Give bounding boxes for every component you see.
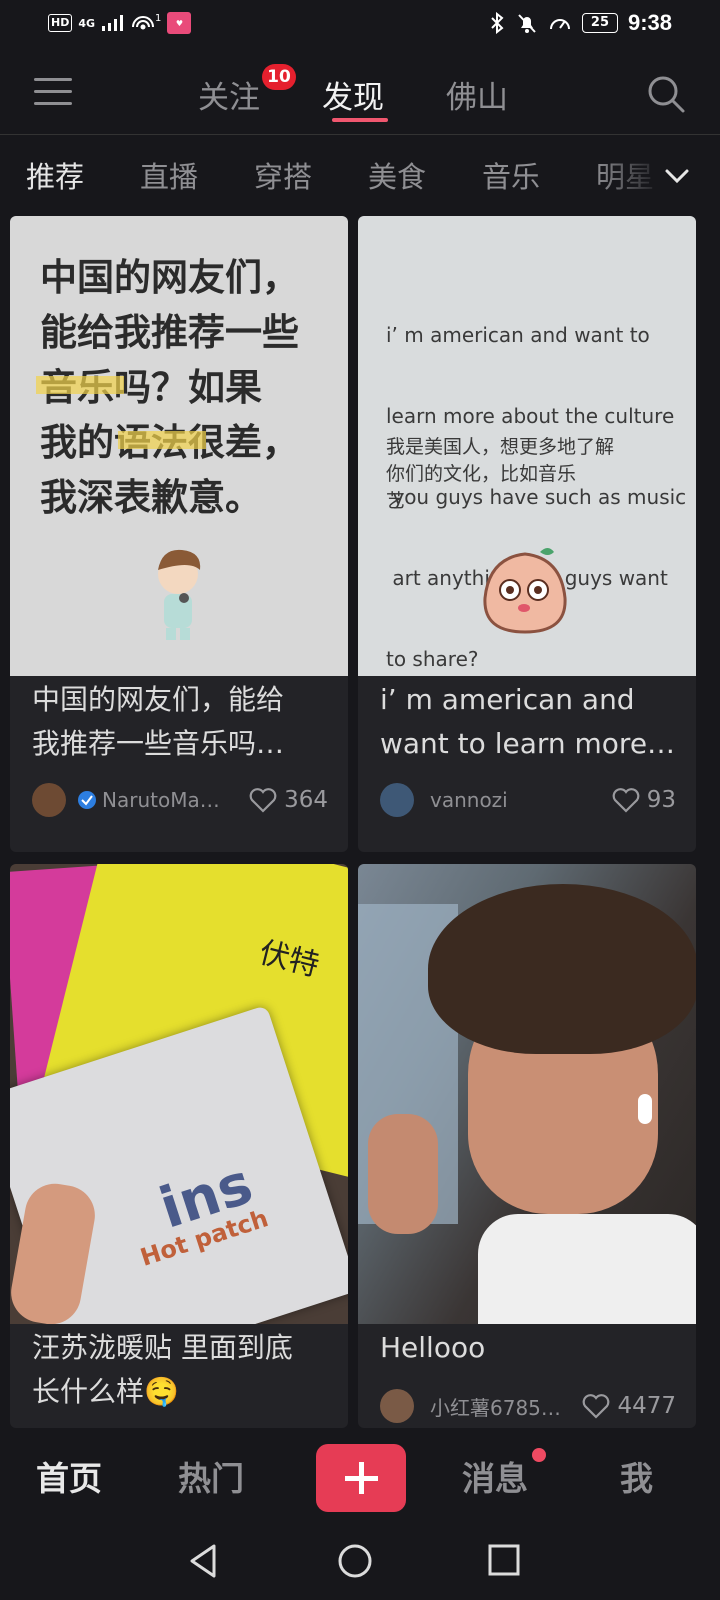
potato-mascot [483,548,567,634]
app-notification-icon: ♥ [167,12,192,34]
search-icon[interactable] [646,74,686,114]
active-tab-indicator [332,118,388,122]
boy-illustration [158,549,201,640]
card-cover-photo [358,864,696,1324]
nav-hot[interactable]: 热门 [178,1452,244,1500]
hd-indicator: HD [48,14,73,32]
card-title: Hellooo [380,1331,486,1364]
heart-icon [249,788,277,813]
avatar[interactable] [380,783,414,817]
menu-icon[interactable] [34,78,72,108]
speed-gauge-icon [549,19,570,30]
heart-icon [612,788,640,813]
status-right: 25 9:38 [488,10,672,36]
shirt [478,1214,696,1324]
avatar[interactable] [380,1389,414,1423]
bottom-nav: 首页 热门 消息 我 [0,1428,720,1528]
feed-card[interactable]: Hellooo 小红薯6785… 4477 [358,864,696,1428]
earbud [638,1094,652,1124]
category-fade [595,145,720,205]
like-count[interactable]: 4477 [581,1393,676,1419]
tab-local-foshan[interactable]: 佛山 [446,72,508,117]
mute-bell-icon [518,14,536,33]
highlight-mark [36,376,124,394]
cover-chinese-text: 我是美国人，想更多地了解 你们的文化，比如音乐 艺 [386,436,615,512]
network-type: 4G [78,16,96,30]
author-name[interactable]: NarutoMa… [102,788,248,812]
feed-card[interactable]: 伏特 ins Hot patch 汪苏泷暖贴 里面到底 长什么样🤤 [10,864,348,1428]
bluetooth-icon [491,12,504,34]
tab-discover[interactable]: 发现 [322,72,384,117]
category-recommend[interactable]: 推荐 [26,154,84,196]
highlight-mark [118,431,206,449]
publish-button[interactable] [316,1444,406,1512]
feed-card[interactable]: i’ m american and want to learn more abo… [358,216,696,852]
heart-icon [583,1394,610,1419]
card-meta: NarutoMa… 364 [32,782,328,818]
status-bar: HD 4G 1 ♥ 25 9:38 [0,0,720,48]
plus-icon [345,1462,378,1494]
system-nav-bar [0,1528,720,1600]
card-meta: vannozi 93 [380,782,676,818]
back-icon[interactable] [186,1542,220,1580]
hand [368,1114,438,1234]
category-outfit[interactable]: 穿搭 [254,154,312,196]
like-count[interactable]: 93 [611,787,676,813]
clock: 9:38 [627,10,672,35]
card-meta: 小红薯6785… 4477 [380,1388,676,1424]
battery-indicator: 25 [581,13,618,33]
hotspot-count: 1 [155,12,162,24]
signal-icon [102,15,124,31]
nav-messages[interactable]: 消息 [462,1452,528,1500]
card-title: 中国的网友们，能给 我推荐一些音乐吗… [32,683,285,760]
card-cover: 中国的网友们， 能给我推荐一些 音乐吗？如果 我的语法很差， 我深表歉意。 [10,216,348,676]
status-left: HD 4G 1 ♥ [48,12,192,34]
hotspot-icon [132,16,155,30]
nav-me[interactable]: 我 [620,1452,653,1500]
chevron-down-icon[interactable] [664,166,690,186]
category-food[interactable]: 美食 [368,154,426,196]
home-icon[interactable] [336,1542,374,1580]
card-cover: i’ m american and want to learn more abo… [358,216,696,676]
tab-following[interactable]: 关注 [198,72,260,117]
unread-dot [532,1448,546,1462]
feed-card[interactable]: 中国的网友们， 能给我推荐一些 音乐吗？如果 我的语法很差， 我深表歉意。 中国… [10,216,348,852]
nav-home[interactable]: 首页 [36,1452,102,1500]
avatar[interactable] [32,783,66,817]
hair [428,884,696,1054]
recents-icon[interactable] [486,1542,522,1578]
notification-badge: 10 [262,64,296,90]
top-nav: 关注 10 发现 佛山 [0,56,720,135]
like-count[interactable]: 364 [248,787,328,813]
category-live[interactable]: 直播 [140,154,198,196]
card-title: 汪苏泷暖贴 里面到底 长什么样🤤 [32,1331,293,1408]
verified-icon [78,791,96,809]
category-music[interactable]: 音乐 [482,154,540,196]
author-name[interactable]: vannozi [430,788,611,812]
card-title: i’ m american and want to learn more… [380,683,674,760]
card-cover-photo: 伏特 ins Hot patch [10,864,348,1324]
author-name[interactable]: 小红薯6785… [430,1392,581,1421]
